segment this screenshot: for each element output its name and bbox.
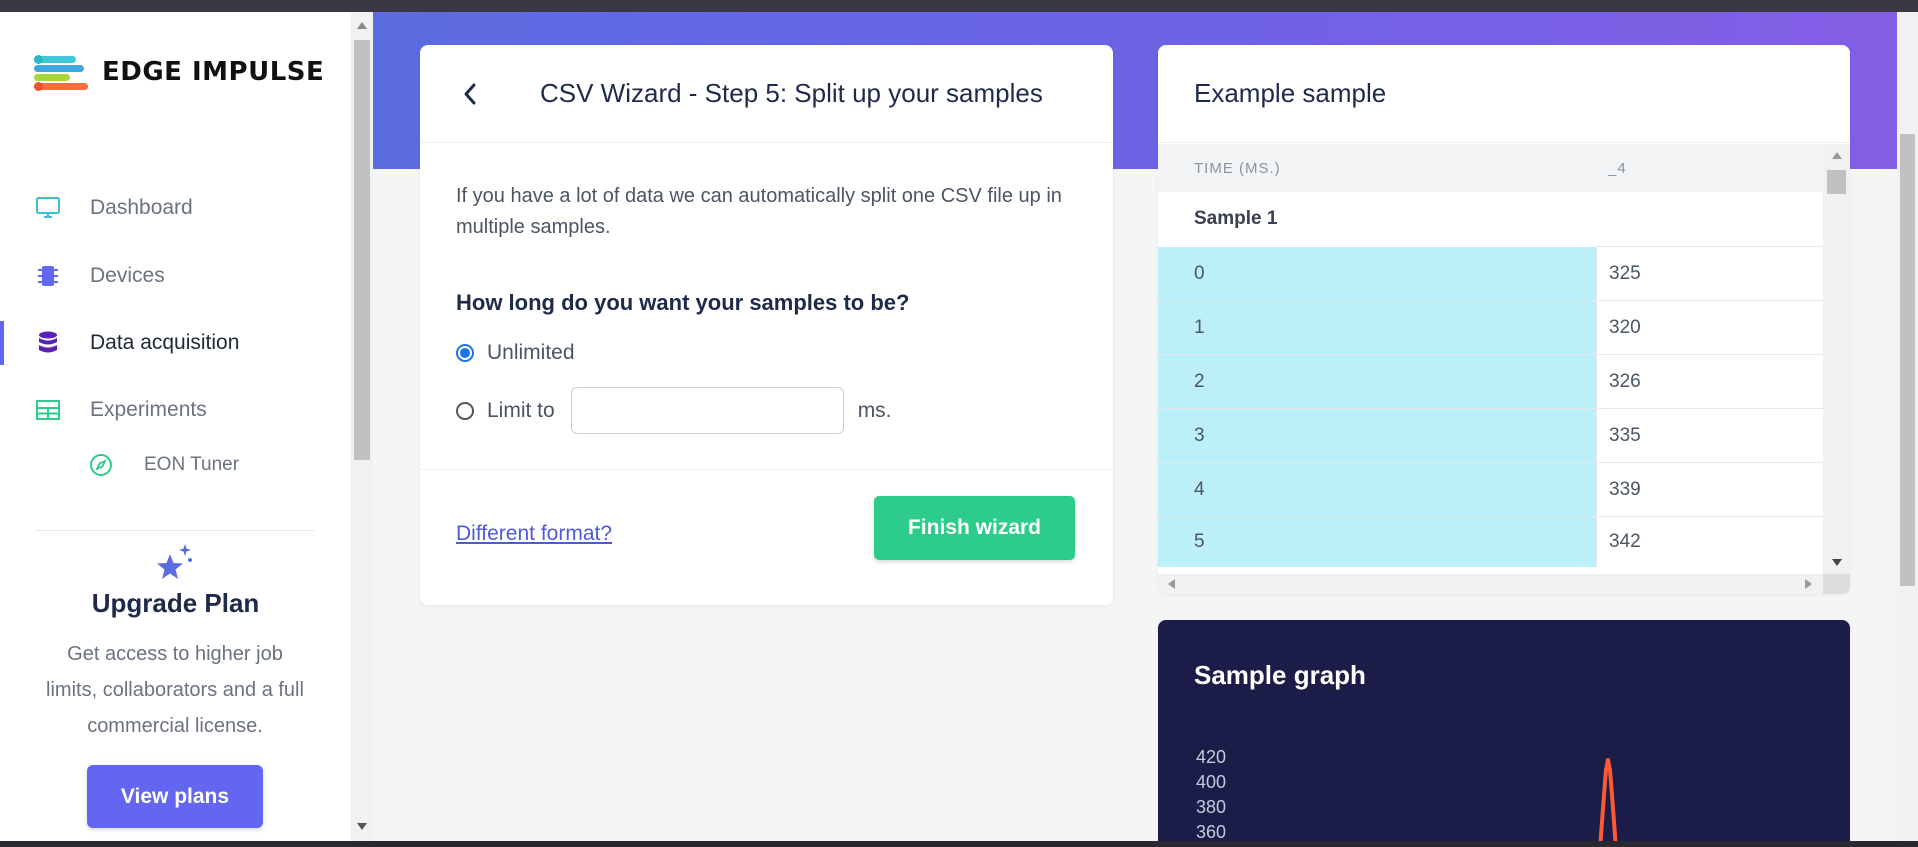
y-tick-label: 360 <box>1196 822 1226 841</box>
value-cell: 342 <box>1596 517 1823 567</box>
scroll-down-arrow-icon[interactable] <box>1832 559 1842 566</box>
column-header-time[interactable]: TIME (MS.) <box>1158 160 1596 177</box>
wizard-intro-text: If you have a lot of data we can automat… <box>456 185 1062 238</box>
y-tick-label: 380 <box>1196 797 1226 817</box>
ms-unit-label: ms. <box>857 398 892 422</box>
compass-icon <box>89 453 113 477</box>
wizard-title: CSV Wizard - Step 5: Split up your sampl… <box>540 78 1043 108</box>
edge-impulse-logo-icon <box>34 54 88 91</box>
logo-text: EDGE IMPULSE <box>102 57 325 87</box>
sidebar-scrollbar[interactable] <box>351 12 373 841</box>
unlimited-label: Unlimited <box>487 341 575 364</box>
monitor-icon <box>36 196 60 220</box>
window-bottom-bar <box>0 841 1918 847</box>
sidebar-item-data-acquisition[interactable]: Data acquisition <box>0 315 351 371</box>
table-horizontal-scrollbar[interactable] <box>1158 574 1823 594</box>
table-vertical-scrollbar[interactable] <box>1823 144 1850 574</box>
sidebar-item-experiments[interactable]: Experiments <box>0 382 351 438</box>
scrollbar-thumb[interactable] <box>354 40 370 460</box>
time-cell: 4 <box>1158 463 1596 516</box>
y-tick-label: 420 <box>1196 747 1226 767</box>
time-cell: 1 <box>1158 301 1596 354</box>
value-cell: 339 <box>1596 463 1823 516</box>
time-cell: 3 <box>1158 409 1596 462</box>
table-row: 0 325 <box>1158 247 1823 301</box>
time-cell: 0 <box>1158 247 1596 300</box>
group-label: Sample 1 <box>1158 191 1596 247</box>
value-cell: 320 <box>1596 301 1823 354</box>
series-line <box>1598 758 1618 841</box>
view-plans-button[interactable]: View plans <box>87 765 263 828</box>
scrollbar-thumb[interactable] <box>1827 170 1846 194</box>
table-row: 1 320 <box>1158 301 1823 355</box>
chevron-left-icon <box>464 83 476 104</box>
card-header: CSV Wizard - Step 5: Split up your sampl… <box>420 45 1113 143</box>
value-cell: 326 <box>1596 355 1823 408</box>
column-header-value[interactable]: _4 <box>1596 160 1627 177</box>
unlimited-radio[interactable] <box>456 344 474 362</box>
value-cell: 325 <box>1596 247 1823 300</box>
csv-wizard-card: CSV Wizard - Step 5: Split up your sampl… <box>420 45 1113 605</box>
chip-icon <box>36 264 60 288</box>
upgrade-plan-title: Upgrade Plan <box>91 588 260 618</box>
different-format-link[interactable]: Different format? <box>456 522 612 546</box>
sidebar-item-label: Experiments <box>90 398 207 421</box>
table-header: TIME (MS.) _4 <box>1158 144 1823 192</box>
sample-graph-plot: 420 400 380 360 <box>1196 747 1618 841</box>
page-scrollbar[interactable] <box>1897 12 1918 841</box>
database-icon <box>36 331 60 355</box>
scrollbar-thumb[interactable] <box>1900 134 1915 586</box>
sidebar-item-label: Data acquisition <box>90 331 240 354</box>
main-content: CSV Wizard - Step 5: Split up your sampl… <box>373 12 1897 841</box>
card-header: Example sample <box>1158 45 1850 143</box>
sample-table: TIME (MS.) _4 Sample 1 0 325 1 320 2 326… <box>1158 144 1823 567</box>
table-row: 3 335 <box>1158 409 1823 463</box>
unlimited-option[interactable]: Unlimited <box>456 341 575 365</box>
table-row: 5 342 <box>1158 517 1823 567</box>
y-tick-label: 400 <box>1196 772 1226 792</box>
table-icon <box>36 398 60 422</box>
sidebar-item-devices[interactable]: Devices <box>0 248 351 304</box>
time-cell: 2 <box>1158 355 1596 408</box>
scroll-left-arrow-icon[interactable] <box>1168 579 1175 589</box>
scroll-up-arrow-icon[interactable] <box>357 22 367 29</box>
sample-graph-card: Sample graph 420 400 380 360 <box>1158 620 1850 841</box>
finish-wizard-button[interactable]: Finish wizard <box>874 496 1075 560</box>
table-row: 4 339 <box>1158 463 1823 517</box>
scrollbar-corner <box>1823 574 1850 594</box>
example-sample-title: Example sample <box>1194 78 1387 108</box>
limit-label: Limit to <box>487 398 555 422</box>
sidebar-item-eon-tuner[interactable]: EON Tuner <box>0 437 351 493</box>
back-button[interactable] <box>455 79 485 109</box>
scroll-down-arrow-icon[interactable] <box>357 823 367 830</box>
window-top-bar <box>0 0 1918 12</box>
example-sample-card: Example sample TIME (MS.) _4 Sample 1 0 … <box>1158 45 1850 594</box>
upgrade-plan-text: Get access to higher job limits, collabo… <box>46 643 304 737</box>
wizard-footer: Different format? Finish wizard <box>420 469 1113 605</box>
sample-length-question: How long do you want your samples to be? <box>456 290 910 315</box>
scroll-right-arrow-icon[interactable] <box>1805 579 1812 589</box>
table-group-row: Sample 1 <box>1158 191 1823 247</box>
limit-option[interactable]: Limit to ms. <box>456 387 892 434</box>
time-cell: 5 <box>1158 517 1596 567</box>
sidebar: EDGE IMPULSE Dashboard Devices Data acqu… <box>0 12 351 841</box>
limit-radio[interactable] <box>456 401 474 420</box>
logo[interactable]: EDGE IMPULSE <box>34 54 325 91</box>
value-cell: 335 <box>1596 409 1823 462</box>
sparkle-star-icon <box>154 542 196 582</box>
sidebar-item-label: EON Tuner <box>144 454 240 475</box>
sidebar-item-label: Devices <box>90 264 165 287</box>
sidebar-divider <box>35 530 314 531</box>
sidebar-item-dashboard[interactable]: Dashboard <box>0 180 351 236</box>
table-row: 2 326 <box>1158 355 1823 409</box>
scroll-up-arrow-icon[interactable] <box>1832 152 1842 159</box>
limit-ms-input[interactable] <box>570 387 844 434</box>
sidebar-item-label: Dashboard <box>90 196 193 219</box>
